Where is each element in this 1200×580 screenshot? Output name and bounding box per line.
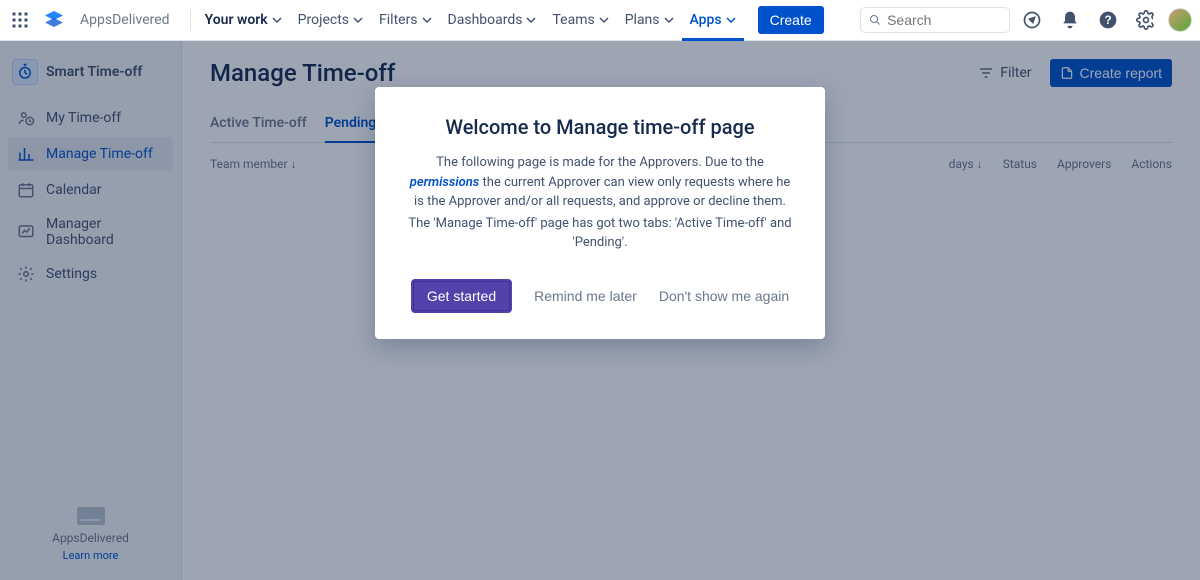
chevron-down-icon [526, 15, 536, 25]
nav-label: Plans [625, 12, 660, 28]
nav-label: Apps [690, 12, 722, 28]
chevron-down-icon [353, 15, 363, 25]
top-navigation: AppsDelivered Your work Projects Filters… [0, 0, 1200, 41]
chevron-down-icon [422, 15, 432, 25]
nav-label: Dashboards [448, 12, 523, 28]
modal-body-line-2: The 'Manage Time-off' page has got two t… [407, 214, 793, 253]
dont-show-again-button[interactable]: Don't show me again [659, 288, 789, 304]
chevron-down-icon [664, 15, 674, 25]
settings-icon[interactable] [1130, 4, 1162, 36]
jira-logo-icon[interactable] [42, 8, 66, 32]
vertical-divider [190, 9, 191, 31]
nav-dashboards[interactable]: Dashboards [440, 0, 545, 41]
search-input[interactable] [887, 12, 1001, 28]
chevron-down-icon [599, 15, 609, 25]
modal-title: Welcome to Manage time-off page [407, 115, 793, 139]
nav-teams[interactable]: Teams [544, 0, 616, 41]
chevron-down-icon [726, 15, 736, 25]
global-search[interactable] [860, 7, 1010, 33]
nav-apps[interactable]: Apps [682, 0, 744, 41]
nav-projects[interactable]: Projects [290, 0, 371, 41]
nav-your-work[interactable]: Your work [197, 0, 290, 41]
search-icon [869, 13, 881, 27]
nav-label: Your work [205, 12, 268, 28]
nav-label: Teams [552, 12, 594, 28]
primary-nav: Your work Projects Filters Dashboards Te… [197, 0, 744, 41]
nav-plans[interactable]: Plans [617, 0, 682, 41]
modal-text: The following page is made for the Appro… [436, 155, 764, 170]
get-started-button[interactable]: Get started [411, 279, 512, 313]
chevron-down-icon [272, 15, 282, 25]
help-icon[interactable]: ? [1092, 4, 1124, 36]
user-avatar[interactable] [1168, 8, 1192, 32]
create-button[interactable]: Create [758, 6, 824, 34]
nav-label: Filters [379, 12, 418, 28]
product-brand: AppsDelivered [74, 12, 176, 28]
remind-me-later-button[interactable]: Remind me later [534, 288, 637, 304]
onboarding-modal: Welcome to Manage time-off page The foll… [375, 87, 825, 339]
nav-label: Projects [298, 12, 349, 28]
nav-filters[interactable]: Filters [371, 0, 440, 41]
svg-text:?: ? [1104, 14, 1111, 27]
app-switcher-icon[interactable] [6, 6, 34, 34]
modal-body-line-1: The following page is made for the Appro… [407, 153, 793, 212]
notifications-icon[interactable] [1054, 4, 1086, 36]
explore-icon[interactable] [1016, 4, 1048, 36]
permissions-link[interactable]: permissions [410, 175, 480, 190]
